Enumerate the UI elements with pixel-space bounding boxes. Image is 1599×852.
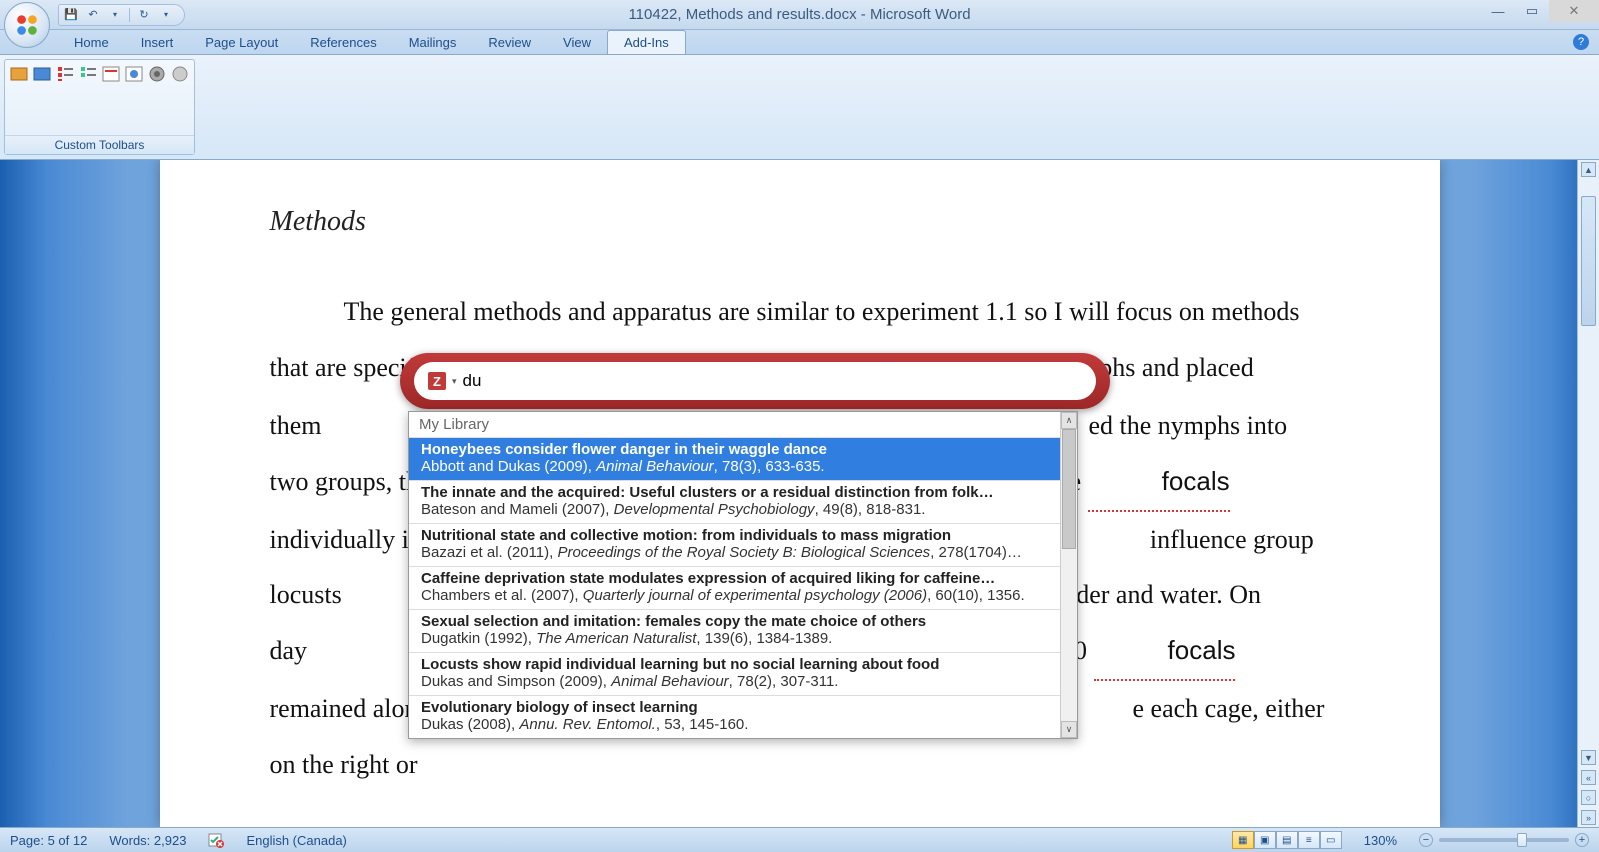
zotero-result-meta: Abbott and Dukas (2009), Animal Behaviou… <box>421 458 1065 475</box>
status-words[interactable]: Words: 2,923 <box>105 833 190 848</box>
prev-page-icon[interactable]: « <box>1581 770 1596 785</box>
zotero-scrollbar[interactable]: ∧ ∨ <box>1060 412 1077 738</box>
ribbon-group-label: Custom Toolbars <box>5 135 194 154</box>
redo-icon[interactable]: ↻ <box>136 7 152 23</box>
zotero-result-title: Sexual selection and imitation: females … <box>421 613 1065 630</box>
zotero-results-list: My Library Honeybees consider flower dan… <box>408 411 1078 739</box>
tab-home[interactable]: Home <box>58 31 125 54</box>
zotero-result-item[interactable]: Nutritional state and collective motion:… <box>409 523 1077 566</box>
next-page-icon[interactable]: » <box>1581 810 1596 825</box>
status-page[interactable]: Page: 5 of 12 <box>6 833 91 848</box>
tab-view[interactable]: View <box>547 31 607 54</box>
tab-mailings[interactable]: Mailings <box>393 31 473 54</box>
ribbon: Custom Toolbars <box>0 55 1599 160</box>
zotero-result-title: Caffeine deprivation state modulates exp… <box>421 570 1065 587</box>
qat-customize-icon[interactable]: ▾ <box>158 7 174 23</box>
toolbar-icon-5[interactable] <box>101 64 121 84</box>
ribbon-tabs: Home Insert Page Layout References Maili… <box>0 30 1599 55</box>
tab-insert[interactable]: Insert <box>125 31 190 54</box>
zotero-result-title: Locusts show rapid individual learning b… <box>421 656 1065 673</box>
scroll-up-icon[interactable]: ▲ <box>1581 162 1596 177</box>
separator <box>129 8 130 22</box>
tab-page-layout[interactable]: Page Layout <box>189 31 294 54</box>
zoom-thumb[interactable] <box>1517 833 1527 847</box>
view-draft-button[interactable]: ▭ <box>1320 831 1342 849</box>
zotero-result-item[interactable]: The innate and the acquired: Useful clus… <box>409 480 1077 523</box>
vertical-scrollbar[interactable]: ▲ ▼ « ○ » <box>1577 160 1599 827</box>
toolbar-icon-3[interactable] <box>55 64 75 84</box>
view-full-screen-button[interactable]: ▣ <box>1254 831 1276 849</box>
view-buttons: ▦ ▣ ▤ ≡ ▭ <box>1228 831 1346 849</box>
save-icon[interactable]: 💾 <box>63 7 79 23</box>
zotero-scroll-up-icon[interactable]: ∧ <box>1061 412 1077 429</box>
zotero-library-header: My Library <box>409 412 1077 437</box>
window-title: 110422, Methods and results.docx - Micro… <box>0 6 1599 23</box>
status-proofing[interactable] <box>204 832 228 848</box>
zoom-track[interactable] <box>1439 838 1569 842</box>
tab-review[interactable]: Review <box>472 31 547 54</box>
maximize-button[interactable]: ▭ <box>1515 0 1549 22</box>
browse-object-icon[interactable]: ○ <box>1581 790 1596 805</box>
tab-references[interactable]: References <box>294 31 392 54</box>
quick-access-toolbar: 💾 ↶ ▾ ↻ ▾ <box>58 4 185 26</box>
toolbar-icon-7[interactable] <box>147 64 167 84</box>
zotero-result-title: The innate and the acquired: Useful clus… <box>421 484 1065 501</box>
toolbar-icon-6[interactable] <box>124 64 144 84</box>
status-bar: Page: 5 of 12 Words: 2,923 English (Cana… <box>0 827 1599 852</box>
dropdown-icon[interactable]: ▾ <box>107 7 123 23</box>
ribbon-group-custom-toolbars: Custom Toolbars <box>4 59 195 155</box>
heading-methods: Methods <box>270 206 1330 238</box>
help-icon[interactable]: ? <box>1573 34 1589 50</box>
undo-icon[interactable]: ↶ <box>85 7 101 23</box>
zotero-result-meta: Bazazi et al. (2011), Proceedings of the… <box>421 544 1065 561</box>
zoom-in-icon[interactable]: + <box>1575 833 1589 847</box>
zotero-result-item[interactable]: Sexual selection and imitation: females … <box>409 609 1077 652</box>
zotero-result-meta: Dukas and Simpson (2009), Animal Behavio… <box>421 673 1065 690</box>
status-language[interactable]: English (Canada) <box>242 833 350 848</box>
toolbar-icon-8[interactable] <box>170 64 190 84</box>
zotero-scroll-down-icon[interactable]: ∨ <box>1061 721 1077 738</box>
zotero-result-title: Evolutionary biology of insect learning <box>421 699 1065 716</box>
scroll-thumb[interactable] <box>1581 196 1596 326</box>
zotero-result-title: Nutritional state and collective motion:… <box>421 527 1065 544</box>
zotero-result-title: Honeybees consider flower danger in thei… <box>421 441 1065 458</box>
zotero-search-input[interactable] <box>463 371 1082 391</box>
zotero-result-meta: Chambers et al. (2007), Quarterly journa… <box>421 587 1065 604</box>
close-button[interactable]: ✕ <box>1549 0 1599 22</box>
view-outline-button[interactable]: ≡ <box>1298 831 1320 849</box>
scroll-down-icon[interactable]: ▼ <box>1581 750 1596 765</box>
zotero-scroll-thumb[interactable] <box>1062 429 1076 549</box>
proofing-icon <box>208 832 224 848</box>
zotero-search-bar: Z ▾ <box>400 353 1110 409</box>
office-button[interactable] <box>4 2 50 48</box>
zotero-dropdown-icon[interactable]: ▾ <box>452 376 457 387</box>
status-zoom[interactable]: 130% <box>1360 833 1401 848</box>
window-controls: — ▭ ✕ <box>1481 0 1599 22</box>
zoom-slider[interactable]: − + <box>1415 833 1593 847</box>
title-bar: 💾 ↶ ▾ ↻ ▾ 110422, Methods and results.do… <box>0 0 1599 30</box>
zotero-input-container: Z ▾ <box>414 362 1096 400</box>
minimize-button[interactable]: — <box>1481 0 1515 22</box>
zotero-citation-popup: Z ▾ My Library Honeybees consider flower… <box>400 353 1110 739</box>
view-web-layout-button[interactable]: ▤ <box>1276 831 1298 849</box>
tab-add-ins[interactable]: Add-Ins <box>607 30 686 54</box>
zotero-result-meta: Dugatkin (1992), The American Naturalist… <box>421 630 1065 647</box>
zotero-result-item[interactable]: Honeybees consider flower danger in thei… <box>409 437 1077 480</box>
view-print-layout-button[interactable]: ▦ <box>1232 831 1254 849</box>
zotero-result-item[interactable]: Evolutionary biology of insect learningD… <box>409 695 1077 738</box>
toolbar-icon-1[interactable] <box>9 64 29 84</box>
toolbar-icon-4[interactable] <box>78 64 98 84</box>
zoom-out-icon[interactable]: − <box>1419 833 1433 847</box>
zotero-logo-icon[interactable]: Z <box>428 372 446 390</box>
zotero-result-item[interactable]: Locusts show rapid individual learning b… <box>409 652 1077 695</box>
toolbar-icon-2[interactable] <box>32 64 52 84</box>
zotero-result-meta: Bateson and Mameli (2007), Developmental… <box>421 501 1065 518</box>
zotero-result-meta: Dukas (2008), Annu. Rev. Entomol., 53, 1… <box>421 716 1065 733</box>
zotero-result-item[interactable]: Caffeine deprivation state modulates exp… <box>409 566 1077 609</box>
